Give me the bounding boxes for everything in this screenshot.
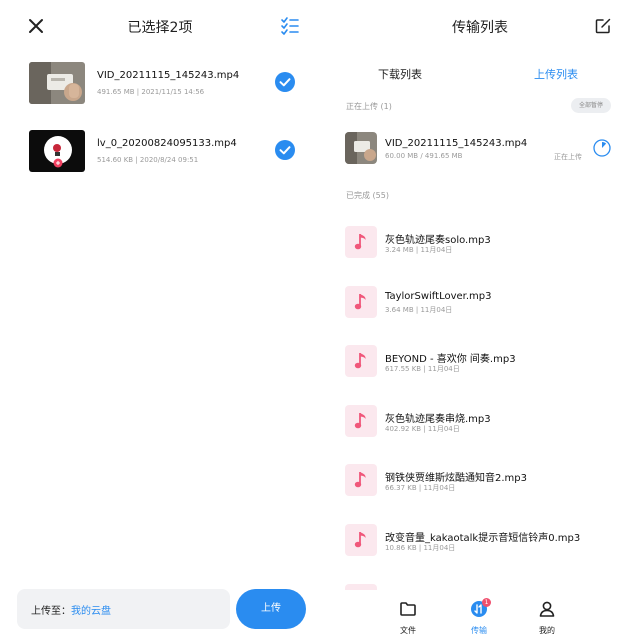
checkmark-icon <box>279 78 291 87</box>
transfer-badge: 1 <box>482 598 491 607</box>
completed-file-meta: 402.92 KB | 11月04日 <box>385 424 460 433</box>
selected-checkbox[interactable] <box>275 140 295 160</box>
music-note-icon <box>354 412 366 428</box>
destination-value[interactable]: 我的云盘 <box>71 606 111 617</box>
audio-file-icon <box>345 285 377 318</box>
audio-file-icon <box>345 345 377 377</box>
file-row[interactable]: VID_20211115_145243.mp4 491.65 MB | 2021… <box>0 62 320 118</box>
nav-mine[interactable]: 我的 <box>517 600 577 636</box>
completed-item[interactable]: BEYOND - 喜欢你 间奏.mp3 617.55 KB | 11月04日 <box>320 341 640 383</box>
tab-upload-list[interactable]: 上传列表 <box>534 66 578 82</box>
page-title: 传输列表 <box>452 20 508 36</box>
completed-section-label: 已完成 (55) <box>346 191 389 200</box>
partial-list-item <box>345 584 377 590</box>
checklist-icon[interactable] <box>280 16 300 36</box>
completed-item[interactable]: 灰色轨迹尾奏solo.mp3 3.24 MB | 11月04日 <box>320 222 640 264</box>
person-icon <box>539 601 555 617</box>
nav-mine-label: 我的 <box>539 626 555 635</box>
audio-file-icon <box>345 523 377 556</box>
nav-files[interactable]: 文件 <box>378 600 438 636</box>
video-thumbnail <box>29 130 85 172</box>
selected-checkbox[interactable] <box>275 72 295 92</box>
upload-progress-icon[interactable] <box>592 138 612 158</box>
audio-file-icon <box>345 464 377 496</box>
video-thumbnail <box>29 62 85 104</box>
completed-file-name: 钢铁侠贾维斯炫酷通知音2.mp3 <box>385 473 527 484</box>
completed-item[interactable]: 钢铁侠贾维斯炫酷通知音2.mp3 66.37 KB | 11月04日 <box>320 460 640 502</box>
completed-file-name: BEYOND - 喜欢你 间奏.mp3 <box>385 354 516 365</box>
file-meta: 514.60 KB | 2020/8/24 09:51 <box>97 156 199 164</box>
completed-file-name: 灰色轨迹尾奏串烧.mp3 <box>385 413 491 425</box>
file-name: lv_0_20200824095133.mp4 <box>97 138 237 149</box>
completed-file-meta: 3.24 MB | 11月04日 <box>385 246 453 254</box>
bottom-navigation: 文件 1 传输 我的 <box>320 595 640 640</box>
completed-file-name: 灰色轨迹尾奏solo.mp3 <box>385 235 491 246</box>
video-thumbnail <box>345 132 377 164</box>
tab-download-list[interactable]: 下载列表 <box>378 66 422 82</box>
completed-file-name: 改变音量_kakaotalk提示音短信铃声0.mp3 <box>385 532 581 544</box>
uploading-section-label: 正在上传 (1) <box>346 102 392 111</box>
transfer-list-panel: 传输列表 下载列表 上传列表 正在上传 (1) 全部暂停 VID_2021111… <box>320 0 640 640</box>
nav-transfer[interactable]: 1 传输 <box>449 598 509 636</box>
audio-file-icon <box>345 226 377 258</box>
music-note-icon <box>354 353 366 369</box>
file-name: VID_20211115_145243.mp4 <box>97 70 240 81</box>
folder-icon <box>400 602 416 616</box>
destination-text: 上传至：我的云盘 <box>31 602 111 617</box>
completed-file-meta: 3.64 MB | 11月04日 <box>385 305 453 314</box>
completed-item[interactable]: TaylorSwiftLover.mp3 3.64 MB | 11月04日 <box>320 282 640 324</box>
uploading-file-name: VID_20211115_145243.mp4 <box>385 138 528 149</box>
nav-files-label: 文件 <box>400 626 416 635</box>
completed-file-meta: 66.37 KB | 11月04日 <box>385 484 456 492</box>
music-note-icon <box>354 472 366 488</box>
edit-icon[interactable] <box>594 17 612 35</box>
destination-label: 上传至： <box>31 606 71 617</box>
completed-item[interactable]: 改变音量_kakaotalk提示音短信铃声0.mp3 10.86 KB | 11月… <box>320 520 640 562</box>
music-note-icon <box>354 234 366 250</box>
music-note-icon <box>354 531 366 547</box>
audio-file-icon <box>345 404 377 437</box>
uploading-item[interactable]: VID_20211115_145243.mp4 60.00 MB / 491.6… <box>320 128 640 172</box>
completed-file-meta: 10.86 KB | 11月04日 <box>385 543 456 552</box>
upload-destination-selector[interactable]: 上传至：我的云盘 <box>17 589 230 629</box>
upload-button[interactable]: 上传 <box>236 589 306 629</box>
music-note-icon <box>354 293 366 309</box>
selection-title: 已选择2项 <box>127 20 193 36</box>
uploading-status: 正在上传 <box>554 153 582 161</box>
completed-file-name: TaylorSwiftLover.mp3 <box>385 290 492 302</box>
pause-all-button[interactable]: 全部暂停 <box>571 98 611 113</box>
file-meta: 491.65 MB | 2021/11/15 14:56 <box>97 88 205 96</box>
uploading-file-meta: 60.00 MB / 491.65 MB <box>385 152 463 160</box>
checkmark-icon <box>279 146 291 155</box>
select-upload-panel: 已选择2项 VID_20211115_145243.mp4 491.65 MB … <box>0 0 320 640</box>
completed-item[interactable]: 灰色轨迹尾奏串烧.mp3 402.92 KB | 11月04日 <box>320 401 640 443</box>
completed-file-meta: 617.55 KB | 11月04日 <box>385 365 460 373</box>
nav-transfer-label: 传输 <box>471 626 487 635</box>
file-row[interactable]: lv_0_20200824095133.mp4 514.60 KB | 2020… <box>0 130 320 186</box>
